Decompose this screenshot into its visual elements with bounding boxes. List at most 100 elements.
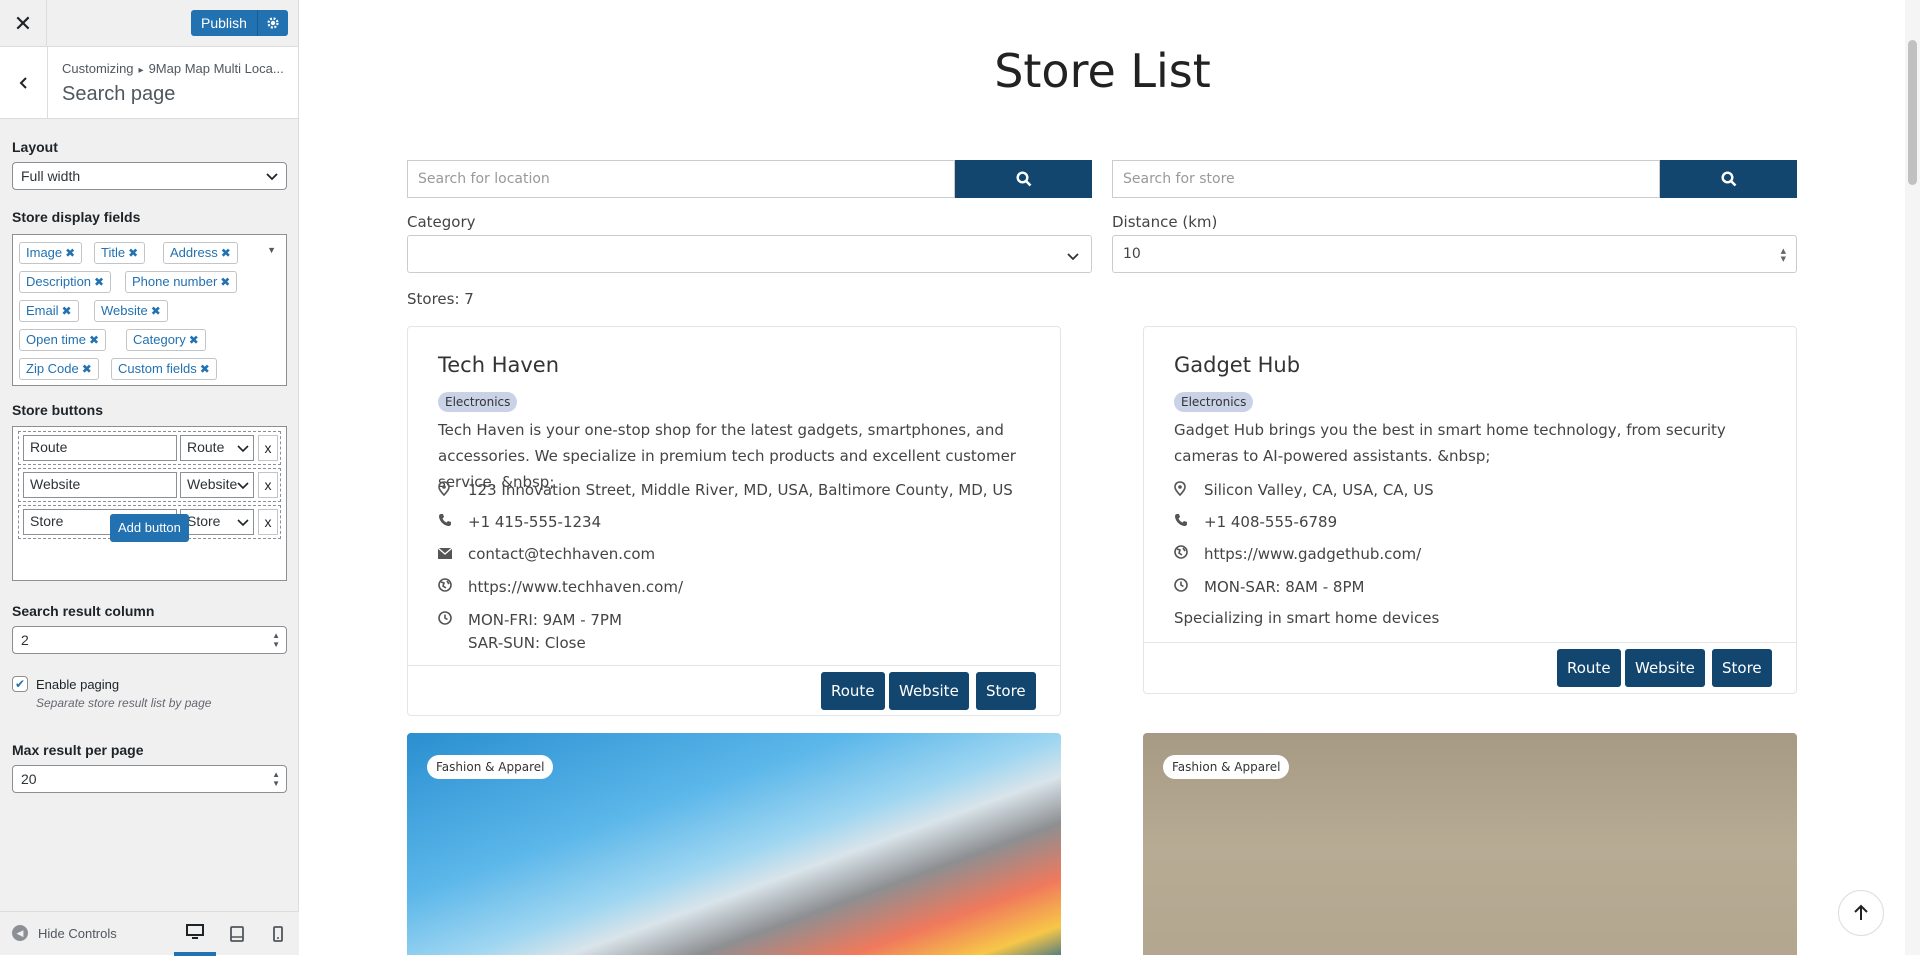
layout-select-value: Full width <box>21 168 81 184</box>
spinner-icon[interactable]: ▲ ▼ <box>1781 247 1786 263</box>
scroll-to-top-button[interactable] <box>1838 890 1884 936</box>
store-phone: +1 408-555-6789 <box>1174 513 1337 531</box>
field-tag[interactable]: Title ✖ <box>94 242 146 264</box>
button-text-input[interactable]: Route <box>23 435 177 461</box>
field-tag[interactable]: Email ✖ <box>19 300 79 322</box>
remove-icon[interactable]: ✖ <box>220 275 230 289</box>
store-button[interactable]: Store <box>1712 649 1772 687</box>
field-tag[interactable]: Open time ✖ <box>19 329 107 351</box>
distance-input[interactable]: 10 ▲ ▼ <box>1112 235 1797 273</box>
publish-settings-gear-icon[interactable] <box>258 10 288 36</box>
button-type-value: Website <box>187 476 238 492</box>
spinner-icon[interactable]: ▲ ▼ <box>272 770 280 788</box>
breadcrumb-root: Customizing <box>62 61 134 76</box>
paging-label: Enable paging <box>36 676 120 692</box>
mobile-preview-icon[interactable] <box>257 912 299 956</box>
publish-button[interactable]: Publish <box>191 10 258 36</box>
website-link[interactable]: https://www.gadgethub.com/ <box>1204 545 1421 563</box>
store-extra: Specializing in smart home devices <box>1174 609 1439 627</box>
store-image-card[interactable]: Fashion & Apparel <box>407 733 1061 955</box>
store-button[interactable]: Store <box>976 672 1036 710</box>
display-fields-multiselect[interactable]: Image ✖ Title ✖ Address ✖ Description ✖ Phon… <box>12 234 287 386</box>
paging-checkbox[interactable]: ✔ <box>12 676 28 692</box>
button-type-select[interactable]: Website <box>180 472 254 498</box>
remove-icon[interactable]: ✖ <box>65 246 75 260</box>
category-select[interactable] <box>407 235 1092 273</box>
scrollbar-thumb[interactable] <box>1908 40 1917 185</box>
field-tag[interactable]: Address ✖ <box>163 242 238 264</box>
paging-description: Separate store result list by page <box>36 696 212 710</box>
field-tag[interactable]: Image ✖ <box>19 242 83 264</box>
remove-icon[interactable]: ✖ <box>94 275 104 289</box>
remove-icon[interactable]: ✖ <box>221 246 231 260</box>
remove-icon[interactable]: ✖ <box>128 246 138 260</box>
result-column-value: 2 <box>21 632 29 648</box>
layout-select[interactable]: Full width <box>12 162 287 190</box>
field-tag-label: Address <box>170 245 218 260</box>
location-search-button[interactable] <box>955 160 1092 198</box>
remove-button[interactable]: x <box>258 509 278 535</box>
route-button[interactable]: Route <box>1557 649 1621 687</box>
field-tag[interactable]: Website ✖ <box>94 300 168 322</box>
category-badge: Electronics <box>1174 392 1254 412</box>
distance-label: Distance (km) <box>1112 213 1218 231</box>
store-image-card[interactable]: Fashion & Apparel <box>1143 733 1797 955</box>
field-tag[interactable]: Custom fields ✖ <box>111 358 217 380</box>
max-per-page-input[interactable]: 20 ▲ ▼ <box>12 765 287 793</box>
search-icon <box>1720 171 1736 187</box>
location-search-input[interactable]: Search for location <box>407 160 955 198</box>
store-description: Gadget Hub brings you the best in smart … <box>1174 421 1726 465</box>
close-icon[interactable]: ✕ <box>0 0 47 47</box>
remove-icon[interactable]: ✖ <box>200 362 210 376</box>
back-arrow-icon[interactable] <box>0 47 48 119</box>
field-tag-label: Title <box>101 245 126 260</box>
remove-icon[interactable]: ✖ <box>89 333 99 347</box>
publish-button-group: Publish <box>191 10 288 36</box>
category-badge: Fashion & Apparel <box>1163 755 1290 779</box>
store-button-row: Website Website x <box>18 468 281 502</box>
route-button[interactable]: Route <box>821 672 885 710</box>
envelope-icon <box>437 545 468 563</box>
website-link[interactable]: https://www.techhaven.com/ <box>468 578 683 596</box>
distance-value: 10 <box>1123 246 1141 262</box>
spinner-icon[interactable]: ▲ ▼ <box>272 631 280 649</box>
email-text[interactable]: contact@techhaven.com <box>468 545 655 563</box>
customizer-header: ✕ Publish <box>0 0 298 47</box>
store-card: Tech Haven Electronics Tech Haven is you… <box>407 326 1061 716</box>
store-button-row: Route Route x <box>18 431 281 465</box>
remove-icon[interactable]: ✖ <box>189 333 199 347</box>
store-buttons-label: Store buttons <box>12 402 103 418</box>
remove-icon[interactable]: ✖ <box>62 304 72 318</box>
remove-icon[interactable]: ✖ <box>151 304 161 318</box>
section-title: Search page <box>62 83 176 105</box>
store-search-input[interactable]: Search for store <box>1112 160 1660 198</box>
desktop-preview-icon[interactable] <box>174 912 216 956</box>
store-search-button[interactable] <box>1660 160 1797 198</box>
category-badge: Fashion & Apparel <box>427 755 554 779</box>
field-tag[interactable]: Phone number ✖ <box>125 271 238 293</box>
hide-controls-button[interactable]: ◀ Hide Controls <box>12 925 117 941</box>
field-tag[interactable]: Category ✖ <box>126 329 206 351</box>
add-button[interactable]: Add button <box>110 514 189 542</box>
website-button[interactable]: Website <box>1625 649 1705 687</box>
store-search: Search for store <box>1112 160 1797 198</box>
customizer-footer: ◀ Hide Controls <box>0 911 299 956</box>
button-type-select[interactable]: Route <box>180 435 254 461</box>
remove-icon[interactable]: ✖ <box>82 362 92 376</box>
result-column-input[interactable]: 2 ▲ ▼ <box>12 626 287 654</box>
tablet-preview-icon[interactable] <box>216 912 258 956</box>
button-type-select[interactable]: Store <box>180 509 254 535</box>
field-tag[interactable]: Zip Code ✖ <box>19 358 99 380</box>
globe-icon <box>438 578 468 596</box>
remove-button[interactable]: x <box>258 435 278 461</box>
arrow-up-icon <box>1854 904 1868 920</box>
clock-icon <box>438 611 468 657</box>
preview-scrollbar[interactable] <box>1905 0 1920 955</box>
button-text-input[interactable]: Website <box>23 472 177 498</box>
remove-button[interactable]: x <box>258 472 278 498</box>
caret-down-icon[interactable]: ▼ <box>267 245 276 255</box>
field-tag-label: Category <box>133 332 186 347</box>
website-button[interactable]: Website <box>889 672 969 710</box>
chevron-down-icon <box>237 439 249 460</box>
field-tag[interactable]: Description ✖ <box>19 271 112 293</box>
